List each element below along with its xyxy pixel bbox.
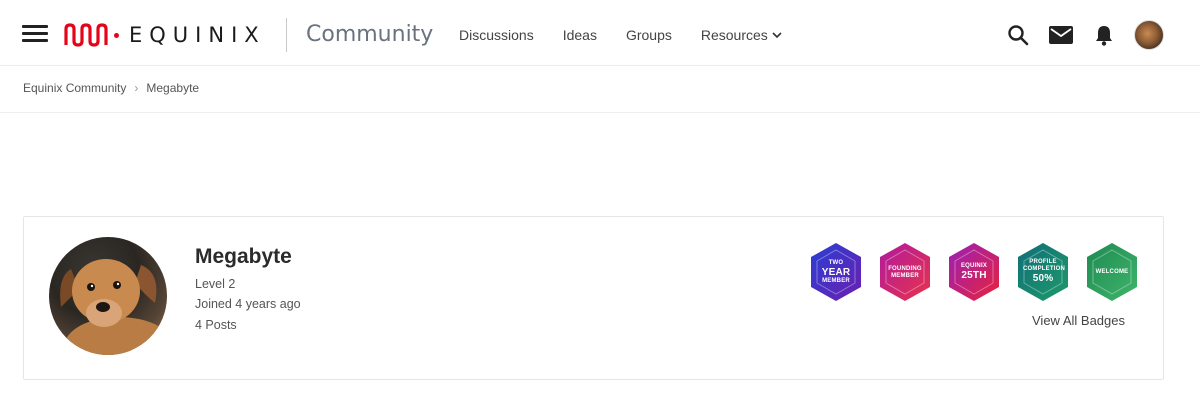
main-nav: Discussions Ideas Groups Resources [459, 27, 811, 43]
profile-joined: Joined 4 years ago [195, 297, 301, 311]
badge-two-year-member[interactable]: TWO YEAR MEMBER [810, 242, 862, 302]
equinix-logo[interactable]: EQUINIX [64, 20, 266, 50]
nav-resources[interactable]: Resources [701, 27, 782, 43]
breadcrumb-home[interactable]: Equinix Community [23, 81, 126, 95]
badge-label: WELCOME [1095, 269, 1129, 275]
badge-welcome[interactable]: WELCOME [1086, 242, 1138, 302]
search-icon[interactable] [1005, 22, 1031, 48]
badge-label: PROFILE COMPLETION 50% [1023, 259, 1065, 284]
badge-label: TWO YEAR MEMBER [821, 260, 851, 284]
badge-profile-completion[interactable]: PROFILE COMPLETION 50% [1017, 242, 1069, 302]
breadcrumb-current: Megabyte [146, 81, 200, 95]
menu-icon[interactable] [22, 25, 48, 45]
view-all-badges-link[interactable]: View All Badges [1032, 313, 1125, 328]
logo-dot [114, 32, 119, 38]
equinix-logo-mark [64, 23, 108, 47]
profile-avatar [49, 237, 167, 355]
bell-icon[interactable] [1091, 22, 1117, 48]
logo-text: EQUINIX [129, 23, 266, 47]
nav-ideas[interactable]: Ideas [563, 27, 597, 43]
badge-founding-member[interactable]: FOUNDING MEMBER [879, 242, 931, 302]
profile-posts[interactable]: 4 Posts [195, 318, 237, 332]
profile-card: Megabyte Level 2 Joined 4 years ago 4 Po… [23, 216, 1164, 380]
top-header: EQUINIX Community Discussions Ideas Grou… [0, 0, 1200, 66]
nav-groups[interactable]: Groups [626, 27, 672, 43]
profile-name: Megabyte [195, 245, 292, 268]
badge-label: EQUINIX 25TH [960, 263, 988, 281]
header-actions [988, 20, 1164, 50]
community-title[interactable]: Community [306, 22, 433, 47]
puppy-photo [60, 259, 167, 355]
badge-label: FOUNDING MEMBER [888, 266, 922, 279]
user-avatar[interactable] [1134, 20, 1164, 50]
breadcrumb-separator: › [134, 81, 139, 95]
chevron-down-icon [772, 32, 782, 39]
badge-list: TWO YEAR MEMBER FOUNDING MEMBER EQUINIX … [810, 242, 1138, 302]
nav-discussions[interactable]: Discussions [459, 27, 534, 43]
breadcrumb: Equinix Community › Megabyte [0, 66, 1200, 113]
mail-icon[interactable] [1048, 22, 1074, 48]
profile-level: Level 2 [195, 277, 236, 291]
badge-equinix-25th[interactable]: EQUINIX 25TH [948, 242, 1000, 302]
header-divider [286, 18, 287, 52]
